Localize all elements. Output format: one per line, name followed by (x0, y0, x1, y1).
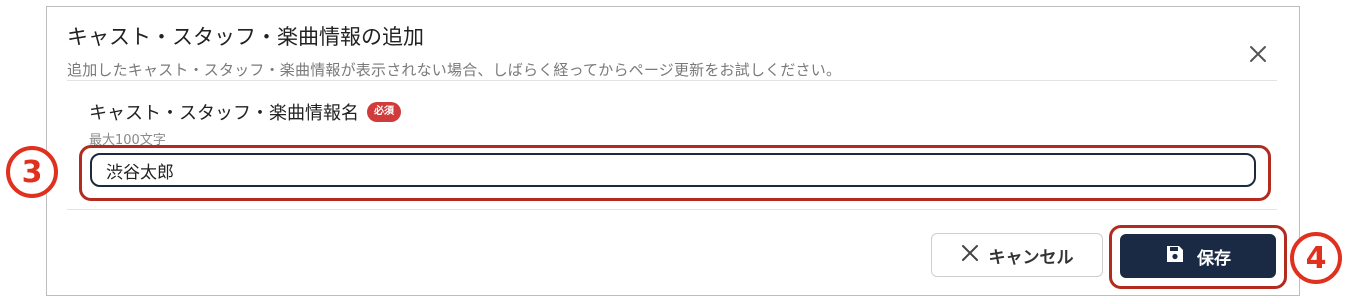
cancel-button[interactable]: キャンセル (931, 233, 1103, 277)
dialog-title: キャスト・スタッフ・楽曲情報の追加 (67, 25, 424, 49)
floppy-disk-icon (1165, 244, 1185, 269)
field-label-text: キャスト・スタッフ・楽曲情報名 (89, 103, 359, 124)
header-divider (67, 80, 1277, 81)
save-label: 保存 (1197, 248, 1231, 269)
step-3-marker: 3 (6, 146, 58, 198)
name-input[interactable] (90, 153, 1256, 187)
add-info-dialog: キャスト・スタッフ・楽曲情報の追加 追加したキャスト・スタッフ・楽曲情報が表示さ… (46, 6, 1300, 296)
required-badge: 必須 (367, 102, 401, 122)
field-label: キャスト・スタッフ・楽曲情報名 必須 (89, 99, 401, 125)
cancel-label: キャンセル (988, 247, 1074, 268)
dialog-subtitle: 追加したキャスト・スタッフ・楽曲情報が表示されない場合、しばらく経ってからページ… (67, 61, 842, 79)
footer-divider (67, 209, 1277, 210)
save-highlight: 保存 (1109, 225, 1287, 289)
close-icon (961, 244, 979, 267)
close-icon[interactable] (1245, 41, 1271, 67)
input-highlight (79, 145, 1271, 201)
step-4-marker: 4 (1290, 232, 1342, 284)
save-button[interactable]: 保存 (1120, 234, 1276, 278)
